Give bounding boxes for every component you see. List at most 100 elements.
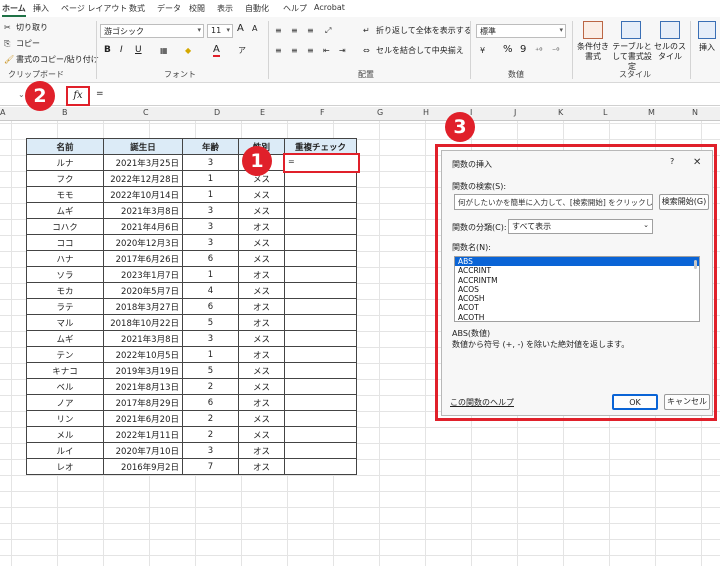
cell-birthday[interactable]: 2017年6月26日: [103, 250, 183, 267]
cell-birthday[interactable]: 2017年8月29日: [103, 394, 183, 411]
cell-age[interactable]: 3: [182, 218, 239, 235]
font-name-select[interactable]: 游ゴシック ▾: [100, 24, 204, 38]
cancel-button[interactable]: キャンセル: [664, 394, 710, 410]
cell-duplicate-check[interactable]: [284, 250, 357, 267]
cell-birthday[interactable]: 2022年1月11日: [103, 426, 183, 443]
cell-birthday[interactable]: 2018年3月27日: [103, 298, 183, 315]
wrap-text-button[interactable]: 折り返して全体を表示する: [376, 25, 472, 36]
column-header[interactable]: N: [692, 108, 698, 117]
cell-duplicate-check[interactable]: [284, 218, 357, 235]
cell-sex[interactable]: メス: [238, 202, 285, 219]
cell-age[interactable]: 3: [182, 442, 239, 459]
function-list-item[interactable]: ACCRINT: [455, 266, 699, 275]
cell-duplicate-check[interactable]: [284, 394, 357, 411]
tab-insert[interactable]: 挿入: [33, 3, 49, 14]
formula-input[interactable]: =: [96, 89, 104, 99]
cell-duplicate-check[interactable]: [284, 314, 357, 331]
column-header[interactable]: M: [648, 108, 655, 117]
cell-birthday[interactable]: 2021年4月6日: [103, 218, 183, 235]
cell-age[interactable]: 6: [182, 394, 239, 411]
copy-button[interactable]: コピー: [16, 38, 40, 49]
align-left-icon[interactable]: ≡: [275, 45, 282, 57]
cell-duplicate-check[interactable]: [284, 442, 357, 459]
cell-name[interactable]: ラテ: [26, 298, 104, 315]
cell-birthday[interactable]: 2019年3月19日: [103, 362, 183, 379]
cell-duplicate-check[interactable]: [284, 378, 357, 395]
header-age[interactable]: 年齢: [182, 138, 239, 155]
tab-page-layout[interactable]: ページ レイアウト: [61, 3, 127, 14]
cell-name[interactable]: テン: [26, 346, 104, 363]
column-header[interactable]: L: [603, 108, 607, 117]
cell-sex[interactable]: オス: [238, 314, 285, 331]
tab-automate[interactable]: 自動化: [245, 3, 269, 14]
chevron-down-icon[interactable]: ⌄: [18, 89, 25, 101]
font-size-select[interactable]: 11 ▾: [207, 24, 233, 38]
decrease-decimal-icon[interactable]: ⁻⁰: [552, 45, 559, 57]
cell-duplicate-check[interactable]: [284, 266, 357, 283]
cell-birthday[interactable]: 2020年7月10日: [103, 442, 183, 459]
cell-age[interactable]: 7: [182, 458, 239, 475]
cell-sex[interactable]: オス: [238, 442, 285, 459]
cut-button[interactable]: 切り取り: [16, 22, 48, 33]
tab-review[interactable]: 校閲: [189, 3, 205, 14]
cell-duplicate-check[interactable]: [284, 282, 357, 299]
cell-sex[interactable]: メス: [238, 234, 285, 251]
header-birthday[interactable]: 誕生日: [103, 138, 183, 155]
column-header[interactable]: C: [143, 108, 149, 117]
cell-age[interactable]: 1: [182, 266, 239, 283]
cell-duplicate-check[interactable]: [284, 330, 357, 347]
cell-sex[interactable]: オス: [238, 458, 285, 475]
category-select[interactable]: すべて表示 ⌄: [508, 219, 653, 234]
cell-name[interactable]: キナコ: [26, 362, 104, 379]
function-list-item[interactable]: ACOSH: [455, 294, 699, 303]
cell-duplicate-check[interactable]: [284, 426, 357, 443]
cell-name[interactable]: ルイ: [26, 442, 104, 459]
insert-button[interactable]: 挿入: [699, 42, 715, 53]
cell-age[interactable]: 2: [182, 410, 239, 427]
cell-name[interactable]: ベル: [26, 378, 104, 395]
indent-decrease-icon[interactable]: ⇤: [323, 45, 330, 57]
cell-age[interactable]: 3: [182, 234, 239, 251]
cell-age[interactable]: 3: [182, 202, 239, 219]
cell-age[interactable]: 4: [182, 282, 239, 299]
cell-birthday[interactable]: 2021年3月8日: [103, 330, 183, 347]
indent-increase-icon[interactable]: ⇥: [339, 45, 346, 57]
cell-sex[interactable]: メス: [238, 186, 285, 203]
conditional-format-button[interactable]: 条件付き書式: [576, 42, 610, 62]
increase-decimal-icon[interactable]: ⁺⁰: [535, 45, 542, 57]
cell-duplicate-check[interactable]: [284, 458, 357, 475]
column-header[interactable]: H: [423, 108, 429, 117]
tab-data[interactable]: データ: [157, 3, 181, 14]
cell-age[interactable]: 3: [182, 154, 239, 171]
cell-duplicate-check[interactable]: [284, 298, 357, 315]
function-list-item[interactable]: ACOT: [455, 303, 699, 312]
italic-button[interactable]: I: [120, 45, 123, 55]
cell-age[interactable]: 1: [182, 170, 239, 187]
cell-age[interactable]: 1: [182, 346, 239, 363]
search-start-button[interactable]: 検索開始(G): [659, 194, 709, 210]
align-bottom-icon[interactable]: ≡: [307, 25, 314, 37]
cell-sex[interactable]: オス: [238, 218, 285, 235]
underline-button[interactable]: U: [135, 45, 142, 55]
cell-birthday[interactable]: 2021年3月25日: [103, 154, 183, 171]
cell-birthday[interactable]: 2021年6月20日: [103, 410, 183, 427]
cell-duplicate-check[interactable]: [284, 410, 357, 427]
cell-birthday[interactable]: 2018年10月22日: [103, 314, 183, 331]
column-header[interactable]: G: [377, 108, 383, 117]
cell-birthday[interactable]: 2023年1月7日: [103, 266, 183, 283]
cell-duplicate-check[interactable]: [284, 234, 357, 251]
cell-name[interactable]: ムギ: [26, 330, 104, 347]
tab-acrobat[interactable]: Acrobat: [314, 3, 345, 12]
cell-duplicate-check[interactable]: [284, 362, 357, 379]
list-scrollbar[interactable]: [694, 260, 697, 270]
cell-name[interactable]: ノア: [26, 394, 104, 411]
cell-name[interactable]: コハク: [26, 218, 104, 235]
cell-birthday[interactable]: 2022年10月5日: [103, 346, 183, 363]
cell-name[interactable]: モカ: [26, 282, 104, 299]
function-search-input[interactable]: 何がしたいかを簡単に入力して、[検索開始] をクリックしてください。: [454, 194, 653, 210]
function-help-link[interactable]: この関数のヘルプ: [450, 397, 514, 408]
cell-age[interactable]: 5: [182, 314, 239, 331]
column-header[interactable]: F: [320, 108, 325, 117]
cell-name[interactable]: マル: [26, 314, 104, 331]
comma-button[interactable]: 9: [520, 44, 526, 55]
